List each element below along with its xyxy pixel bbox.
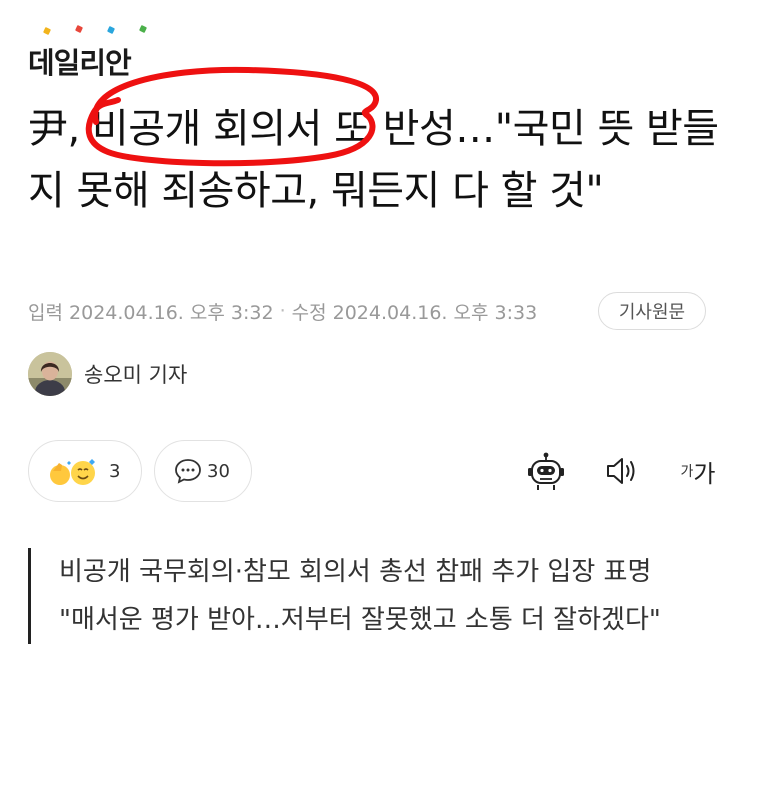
original-article-button[interactable]: 기사원문 xyxy=(598,292,706,330)
edit-label: 수정 xyxy=(291,301,327,324)
input-label: 입력 xyxy=(28,301,63,324)
text-to-speech-button[interactable] xyxy=(600,448,644,494)
speech-bubble-icon xyxy=(175,459,201,484)
summary-line-1: 비공개 국무회의·참모 회의서 총선 참패 추가 입장 표명 xyxy=(59,557,652,587)
font-size-small-glyph: 가 xyxy=(680,464,694,480)
font-size-button[interactable]: 가가 xyxy=(674,448,722,494)
meta-separator: · xyxy=(279,300,286,322)
reaction-count: 3 xyxy=(109,460,121,482)
input-time: 2024.04.16. 오후 3:32 xyxy=(69,301,274,324)
logo-dots-decoration xyxy=(28,25,158,38)
article-summary: 비공개 국무회의·참모 회의서 총선 참패 추가 입장 표명 "매서운 평가 받… xyxy=(28,548,728,644)
speaker-icon xyxy=(607,458,635,484)
comment-button[interactable]: 30 xyxy=(154,440,252,502)
article-meta: 입력 2024.04.16. 오후 3:32 · 수정 2024.04.16. … xyxy=(28,293,537,329)
reaction-button[interactable]: 3 xyxy=(28,440,142,502)
site-logo[interactable]: 데일리안 xyxy=(28,25,147,82)
summary-line-2: "매서운 평가 받아…저부터 잘못했고 소통 더 잘하겠다" xyxy=(59,605,661,635)
reaction-faces-icon xyxy=(50,459,95,485)
reporter-name: 송오미 기자 xyxy=(84,363,188,387)
font-size-large-glyph: 가 xyxy=(693,459,716,488)
summary-bot-icon xyxy=(528,452,564,490)
article-headline: 尹, 비공개 회의서 또 반성…"국민 뜻 받들지 못해 죄송하고, 뭐든지 다… xyxy=(28,106,719,214)
logo-text: 데일리안 xyxy=(28,46,132,80)
reporter-byline[interactable]: 송오미 기자 xyxy=(28,352,187,396)
comment-count: 30 xyxy=(207,460,230,482)
edit-time: 2024.04.16. 오후 3:33 xyxy=(332,301,538,324)
summary-bot-button[interactable] xyxy=(524,448,568,494)
reporter-avatar xyxy=(28,352,72,396)
